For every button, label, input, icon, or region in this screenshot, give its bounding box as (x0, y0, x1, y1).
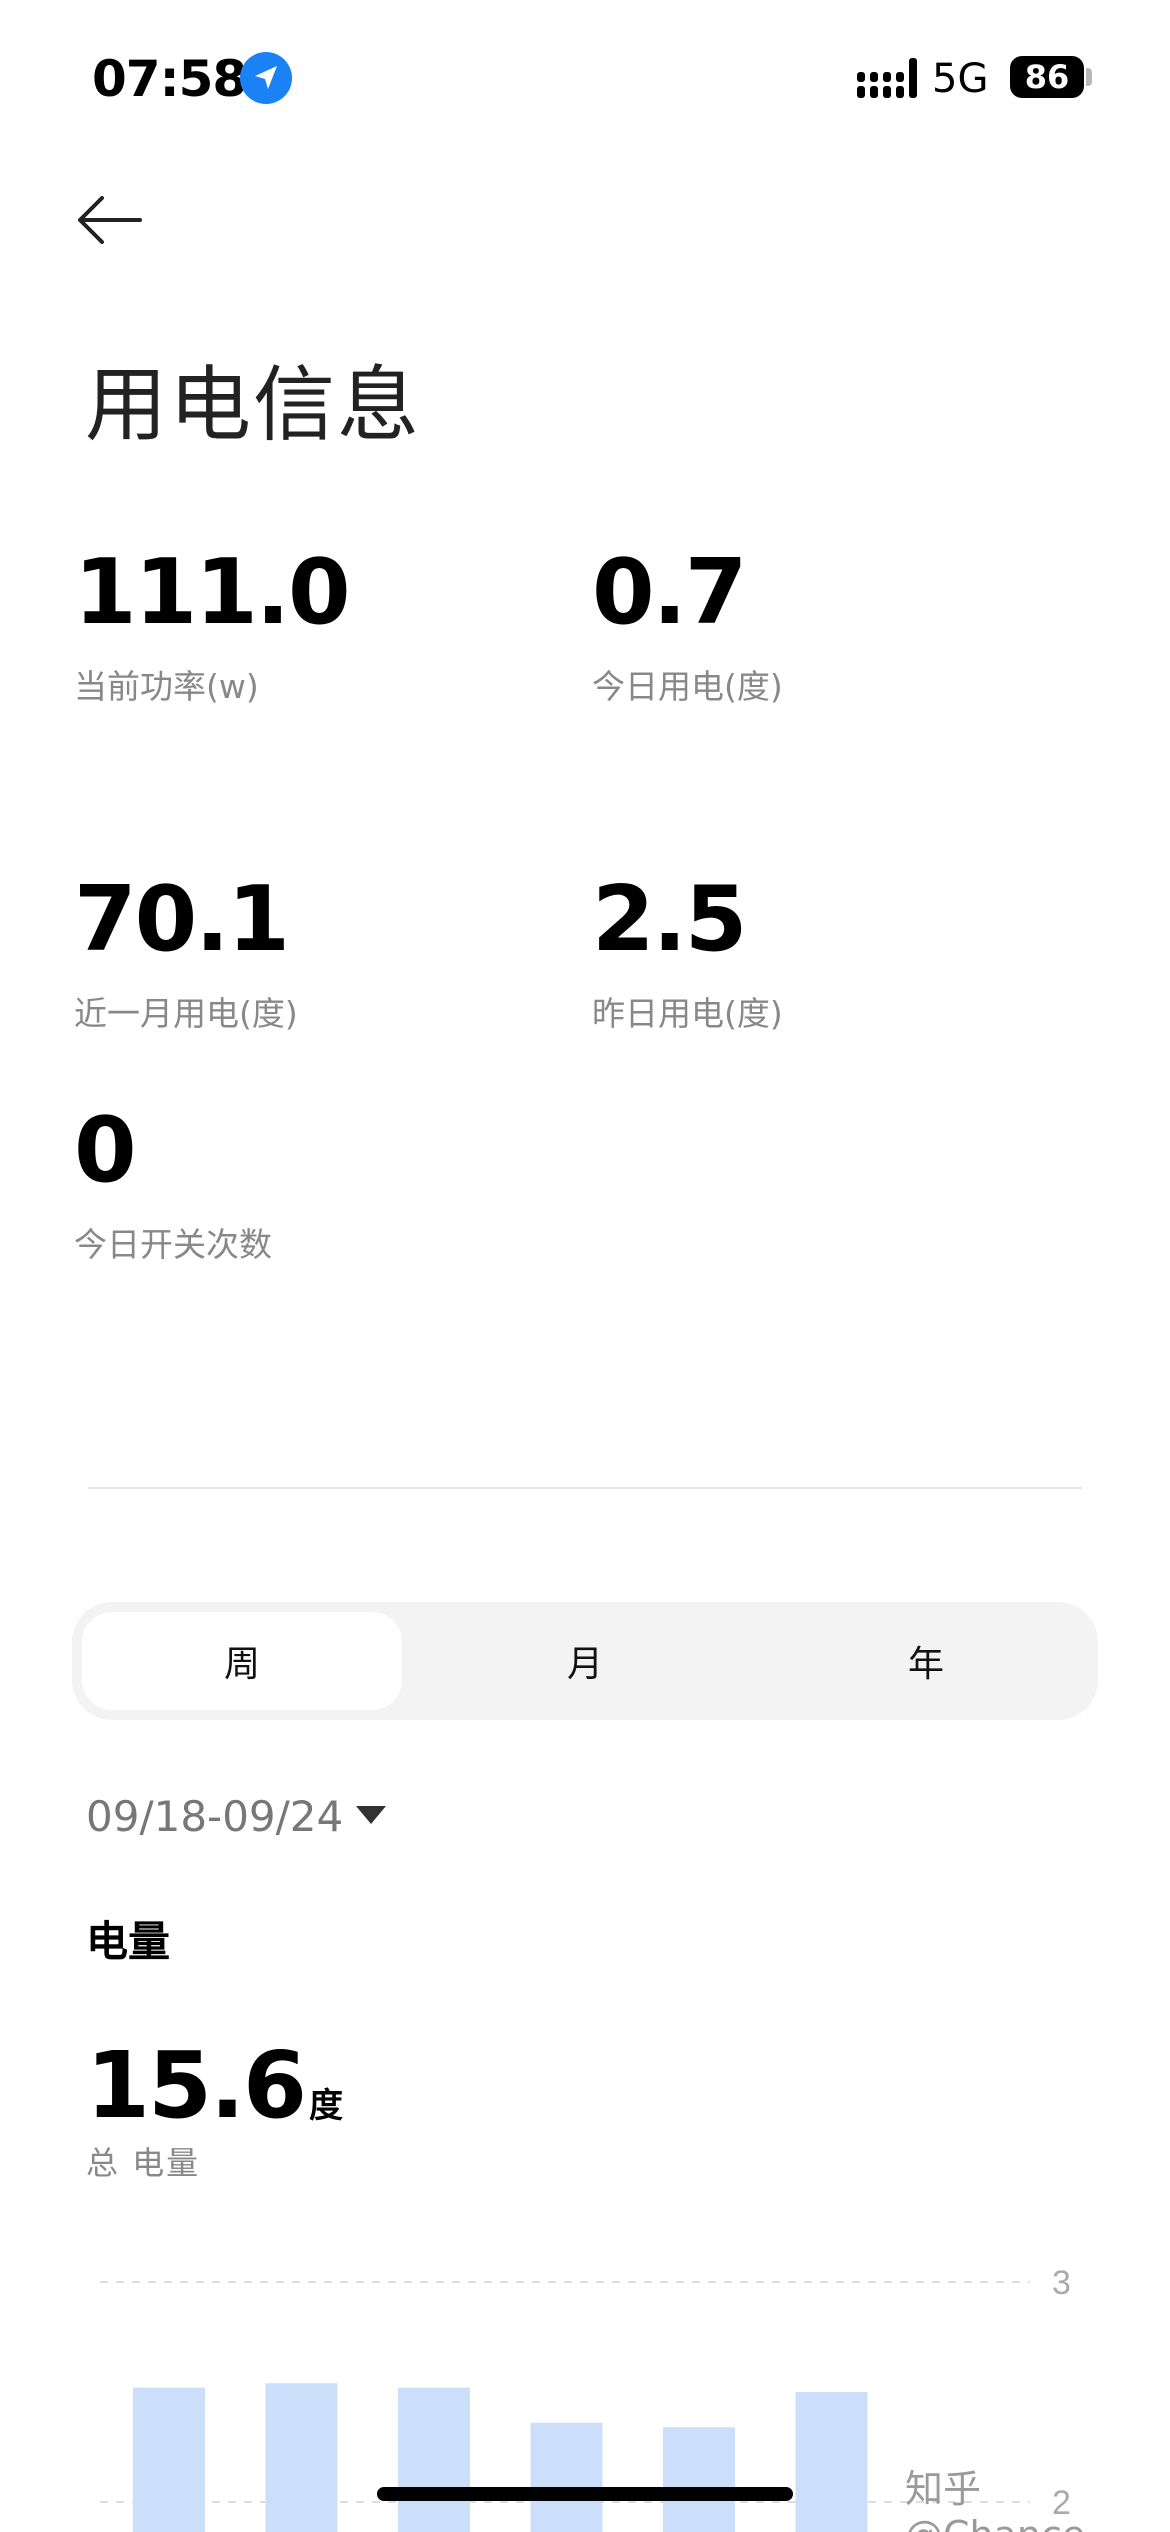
watermark: 知乎 @Chance (905, 2467, 1085, 2532)
chart-bar[interactable] (265, 2383, 338, 2532)
stat-month-usage: 70.1 近一月用电(度) (74, 875, 298, 1035)
tab-week[interactable]: 周 (82, 1612, 402, 1710)
location-arrow-icon (240, 52, 292, 104)
stat-label: 近一月用电(度) (74, 994, 298, 1033)
stat-value: 70.1 (74, 867, 290, 972)
chart-bar[interactable] (530, 2422, 603, 2532)
chart-bar[interactable] (133, 2387, 205, 2532)
stat-current-power: 111.0 当前功率(w) (74, 540, 351, 708)
period-tabs: 周 月 年 (72, 1602, 1098, 1720)
stat-label: 昨日用电(度) (592, 994, 783, 1033)
total-usage: 15.6 度 (86, 2032, 343, 2139)
divider (88, 1487, 1082, 1489)
chart-bar[interactable] (663, 2427, 735, 2532)
total-value: 15.6 (86, 2032, 307, 2139)
tab-month[interactable]: 月 (425, 1612, 745, 1710)
stat-label: 今日开关次数 (74, 1225, 272, 1264)
total-unit: 度 (309, 2086, 343, 2126)
stat-label: 今日用电(度) (592, 667, 783, 706)
page-title: 用电信息 (85, 358, 422, 453)
stat-value: 0.7 (592, 540, 747, 645)
stat-today-usage: 0.7 今日用电(度) (592, 548, 783, 708)
stat-yesterday-usage: 2.5 昨日用电(度) (592, 875, 783, 1035)
screen: 07:58 5G 86 用电信息 111.0 当前功率(w) 0.7 今日用电(… (0, 0, 1170, 2532)
chart-bar[interactable] (398, 2387, 470, 2532)
total-label: 总 电量 (86, 2144, 201, 2182)
caret-down-icon[interactable] (356, 1806, 386, 1826)
date-range-selector[interactable]: 09/18-09/24 (86, 1792, 343, 1841)
chart-tick-label: 3 (1052, 2264, 1071, 2302)
back-arrow-icon (78, 196, 142, 244)
signal-icon (857, 58, 917, 98)
battery-icon: 86 (1010, 56, 1084, 98)
chart-bar[interactable] (795, 2392, 868, 2532)
stat-value: 2.5 (592, 867, 747, 972)
back-button[interactable] (70, 190, 150, 250)
home-indicator[interactable] (377, 2487, 793, 2501)
status-time: 07:58 (92, 50, 247, 108)
section-title: 电量 (86, 1917, 171, 1966)
stat-value: 111.0 (74, 540, 351, 645)
battery-cap (1086, 68, 1092, 86)
stat-label: 当前功率(w) (74, 667, 259, 706)
network-label: 5G (932, 56, 989, 102)
stat-switch-count: 0 今日开关次数 (74, 1106, 272, 1266)
battery-level: 86 (1024, 58, 1070, 96)
tab-year[interactable]: 年 (766, 1612, 1086, 1710)
stat-value: 0 (74, 1098, 137, 1203)
